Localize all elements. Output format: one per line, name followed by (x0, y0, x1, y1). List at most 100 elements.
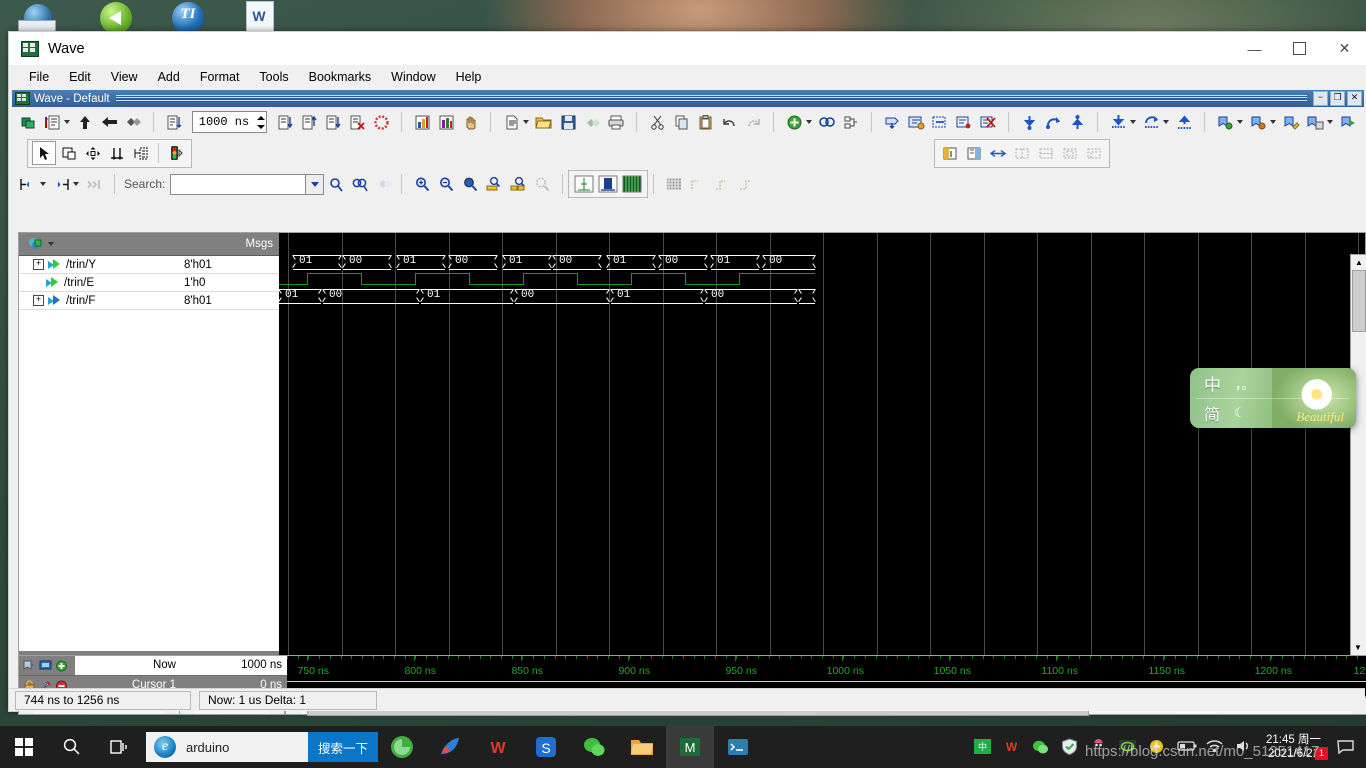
bus-segment[interactable]: 00 (449, 255, 497, 270)
chevron-down-icon[interactable] (1163, 120, 1169, 124)
wave-down-icon[interactable] (1107, 111, 1129, 133)
dock-b-icon[interactable] (1035, 142, 1057, 164)
ime-floating-bar[interactable]: 中 ，。 简 ☾ Beautiful (1190, 368, 1356, 428)
menu-view[interactable]: View (101, 67, 148, 87)
taskbar-app-360browser[interactable] (378, 726, 426, 768)
minimize-button[interactable]: — (1232, 32, 1277, 65)
pane-drag-grip[interactable] (115, 95, 1307, 102)
logic-level-segment[interactable] (685, 284, 739, 285)
wave-up-icon[interactable] (1173, 111, 1195, 133)
paste-icon[interactable] (694, 111, 716, 133)
zoom-cursor-icon[interactable] (483, 173, 505, 195)
edge-a-icon[interactable] (687, 173, 709, 195)
wave-loop-icon[interactable] (1140, 111, 1162, 133)
select-mode-icon[interactable] (32, 141, 56, 165)
ime-mode-label[interactable]: 简 (1204, 401, 1220, 425)
dock-d-icon[interactable] (1083, 142, 1105, 164)
signal-row-y[interactable]: + /trin/Y (19, 256, 179, 274)
format-analog-icon[interactable] (573, 173, 595, 195)
zoom-range-icon[interactable] (507, 173, 529, 195)
notification-badge[interactable]: 1 (1315, 747, 1328, 760)
dock-c-icon[interactable] (1059, 142, 1081, 164)
start-button[interactable] (0, 726, 48, 768)
pan-mode-icon[interactable] (82, 142, 104, 164)
find-icon[interactable] (816, 111, 838, 133)
task-view-button[interactable] (96, 726, 144, 768)
menu-window[interactable]: Window (381, 67, 445, 87)
values-column-header[interactable]: Msgs (179, 233, 279, 256)
waveform-canvas[interactable]: 01 00 01 00 01 00 01 00 01 00 01 00 01 00 01 00 (279, 232, 1366, 695)
tray-wechat-icon[interactable] (1031, 738, 1050, 757)
bus-segment[interactable]: 00 (763, 255, 815, 270)
undo-icon[interactable] (718, 111, 740, 133)
now-row[interactable]: Now 1000 ns (19, 656, 289, 676)
menu-add[interactable]: Add (148, 67, 190, 87)
chevron-down-icon[interactable] (64, 120, 70, 124)
continue-run-icon[interactable] (98, 111, 120, 133)
zoom-out-icon[interactable] (435, 173, 457, 195)
ime-moon-icon[interactable]: ☾ (1234, 405, 1246, 421)
step-over-icon[interactable] (298, 111, 320, 133)
tray-wps-icon[interactable]: W (1002, 738, 1021, 757)
taskbar-app-sogou[interactable]: S (522, 726, 570, 768)
restart-icon[interactable] (17, 111, 39, 133)
logic-level-segment[interactable] (307, 273, 361, 274)
bookmark-save-icon[interactable] (1304, 111, 1326, 133)
pane-close-button[interactable]: ✕ (1347, 91, 1362, 106)
search-dropdown-button[interactable] (306, 173, 325, 195)
step-out-icon[interactable] (322, 111, 344, 133)
signal-up-icon[interactable] (1066, 111, 1088, 133)
format-solid-icon[interactable] (621, 173, 643, 195)
run-length-icon[interactable] (41, 111, 63, 133)
bookmark-del-icon[interactable] (1247, 111, 1269, 133)
logic-level-segment[interactable] (279, 284, 307, 285)
expand-in-icon[interactable] (17, 173, 39, 195)
tray-nvidia-icon[interactable] (1118, 738, 1137, 757)
logic-level-segment[interactable] (523, 273, 577, 274)
format-bar-icon[interactable] (597, 173, 619, 195)
dock-right-icon[interactable] (963, 142, 985, 164)
reload-icon[interactable] (581, 111, 603, 133)
desktop-icon-word[interactable]: W (240, 0, 284, 35)
signal-row-f[interactable]: + /trin/F (19, 292, 179, 310)
zoom-in-icon[interactable] (411, 173, 433, 195)
edge-c-icon[interactable] (735, 173, 757, 195)
undock-icon[interactable] (987, 142, 1009, 164)
chevron-down-icon[interactable] (1237, 120, 1243, 124)
action-center-icon[interactable] (1336, 738, 1355, 757)
ie-search-go-button[interactable]: 搜索一下 (307, 732, 378, 762)
step-into-icon[interactable] (274, 111, 296, 133)
scroll-up-button[interactable]: ▲ (1351, 255, 1366, 270)
add-icon[interactable] (783, 111, 805, 133)
waveform-row-y[interactable]: 01 00 01 00 01 00 01 00 01 00 (279, 255, 1365, 272)
run-all-icon[interactable] (122, 111, 144, 133)
menu-file[interactable]: File (19, 67, 59, 87)
bus-segment[interactable]: 01 (279, 289, 321, 304)
ie-search-box[interactable]: e arduino 搜索一下 (146, 732, 378, 762)
bus-segment[interactable]: 01 (607, 255, 655, 270)
insert-cursor-icon[interactable] (881, 111, 903, 133)
menu-help[interactable]: Help (446, 67, 492, 87)
desktop-icon-green-play[interactable] (96, 0, 140, 34)
zoom-last-icon[interactable] (531, 173, 553, 195)
run-length-field[interactable]: 1000 ns (192, 111, 267, 133)
taskbar-app-modelsim[interactable]: M (666, 726, 714, 768)
chevron-down-icon[interactable] (1327, 120, 1333, 124)
hand-icon[interactable] (459, 111, 481, 133)
bus-segment[interactable]: 01 (397, 255, 445, 270)
waveform-row-f[interactable]: 01 00 01 00 01 00 (279, 289, 1365, 306)
delete-wave-icon[interactable] (977, 111, 999, 133)
save-icon[interactable] (557, 111, 579, 133)
bus-segment[interactable] (799, 289, 815, 304)
bus-segment[interactable]: 01 (503, 255, 551, 270)
run-length-stepper[interactable] (255, 113, 266, 131)
zoom-mode-icon[interactable] (58, 142, 80, 164)
close-button[interactable]: ✕ (1322, 32, 1366, 65)
redo-icon[interactable] (742, 111, 764, 133)
menu-bookmarks[interactable]: Bookmarks (299, 67, 382, 87)
edit-wave-icon[interactable] (953, 111, 975, 133)
dock-left-icon[interactable] (939, 142, 961, 164)
zoom-full-icon[interactable] (459, 173, 481, 195)
logic-level-segment[interactable] (631, 273, 685, 274)
run-icon[interactable] (74, 111, 96, 133)
